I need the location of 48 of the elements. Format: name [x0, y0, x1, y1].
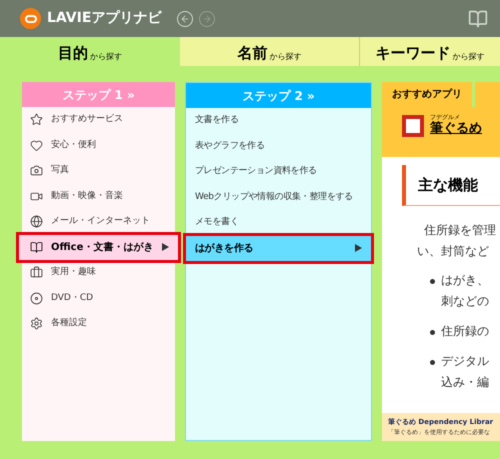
bullet-icon [430, 330, 435, 335]
feature-text: 込み・編 [441, 374, 489, 391]
feature-text: 刺などの [441, 293, 489, 310]
task-item[interactable]: はがきを作る [186, 236, 371, 261]
task-item[interactable]: メモを書く [186, 210, 371, 236]
back-button[interactable] [177, 10, 194, 26]
step2-header: ステップ 2 » [186, 83, 371, 108]
briefcase-icon [30, 266, 43, 280]
tab[interactable]: 名前 から探す [180, 37, 359, 66]
star-icon [30, 113, 43, 126]
forward-button[interactable] [199, 10, 216, 26]
bullet-icon [430, 279, 435, 284]
category-item[interactable]: 実用・趣味 [22, 260, 175, 286]
task-item[interactable]: Webクリップや情報の収集・整理をする [186, 184, 371, 210]
step1-header: ステップ 1 » [22, 82, 175, 107]
feature-text: はがき、 [441, 272, 489, 289]
task-item[interactable]: 表やグラフを作る [186, 134, 371, 159]
task-item[interactable]: 文書を作る [186, 108, 371, 134]
book-icon [30, 240, 43, 254]
category-item[interactable]: 各種設定 [22, 311, 175, 336]
description-text: 住所録を管理 [424, 222, 497, 239]
triangle-icon [355, 244, 362, 252]
globe-icon [30, 215, 43, 228]
feature-text: 住所録の [441, 323, 489, 340]
category-item[interactable]: DVD・CD [22, 286, 175, 311]
task-item[interactable]: プレゼンテーション資料を作る [186, 159, 371, 184]
category-item[interactable]: 写真 [22, 158, 175, 184]
description-text: い、封筒など [417, 243, 490, 260]
settings-icon [30, 317, 43, 330]
app-logo-icon [20, 8, 41, 29]
heart-icon [30, 138, 43, 152]
bullet-icon [430, 360, 435, 365]
category-item[interactable]: メール・インターネット [22, 209, 175, 234]
arrow-left-icon [180, 14, 190, 24]
category-item[interactable]: おすすめサービス [22, 107, 175, 132]
camera-icon [30, 164, 43, 178]
category-item[interactable]: Office・文書・はがき [19, 234, 178, 260]
manual-icon[interactable] [468, 8, 488, 28]
app-name-link[interactable]: 筆ぐるめ [430, 121, 482, 138]
category-item[interactable]: 安心・便利 [22, 132, 175, 158]
category-item[interactable]: 動画・映像・音楽 [22, 184, 175, 209]
app-title: LAVIEアプリナビ [47, 9, 162, 28]
disc-icon [30, 292, 43, 305]
section-heading: 主な機能 [402, 165, 500, 206]
feature-text: デジタル [441, 353, 489, 370]
triangle-icon [162, 243, 169, 252]
arrow-right-icon [202, 14, 212, 24]
tab[interactable]: キーワード から探す [359, 37, 500, 66]
